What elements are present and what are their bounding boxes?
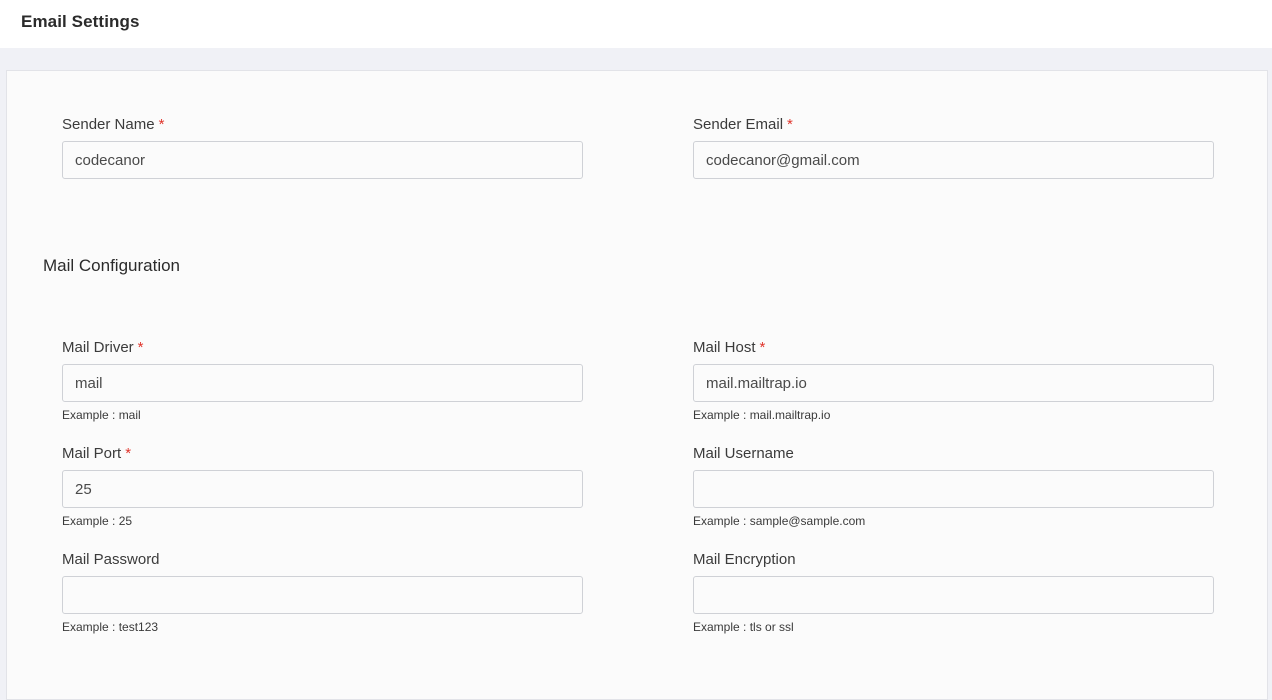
required-mark: *: [137, 339, 144, 356]
mail-driver-hint: Example : mail: [62, 408, 141, 422]
mail-encryption-input[interactable]: [693, 576, 1214, 614]
mail-encryption-label: Mail Encryption: [693, 551, 796, 568]
mail-encryption-field: Mail Encryption Example : tls or ssl: [693, 550, 1214, 634]
mail-port-label: Mail Port *: [62, 445, 132, 462]
mail-driver-label: Mail Driver *: [62, 339, 144, 356]
required-mark: *: [158, 116, 165, 133]
mail-configuration-heading: Mail Configuration: [43, 256, 181, 275]
required-mark: *: [787, 116, 793, 133]
mail-host-hint: Example : mail.mailtrap.io: [693, 408, 831, 422]
mail-username-hint: Example : sample@sample.com: [693, 514, 866, 528]
page-title: Email Settings: [21, 12, 140, 31]
mail-encryption-hint: Example : tls or ssl: [693, 620, 794, 634]
required-mark: *: [125, 445, 132, 462]
mail-password-field: Mail Password Example : test123: [62, 550, 583, 634]
settings-card: Sender Name* Sender Email* Mail Configur…: [6, 70, 1268, 700]
sender-email-input[interactable]: [693, 141, 1214, 179]
mail-host-input[interactable]: [693, 364, 1214, 402]
sender-name-field: Sender Name *: [62, 115, 583, 179]
mail-port-input[interactable]: [62, 470, 583, 508]
mail-username-input[interactable]: [693, 470, 1214, 508]
mail-host-field: Mail Host* Example : mail.mailtrap.io: [693, 338, 1214, 422]
top-bar: Email Settings: [0, 0, 1272, 48]
mail-username-field: Mail Username Example : sample@sample.co…: [693, 444, 1214, 528]
sender-name-label: Sender Name *: [62, 116, 165, 133]
mail-port-hint: Example : 25: [62, 514, 133, 528]
mail-password-label: Mail Password: [62, 551, 160, 568]
required-mark: *: [759, 339, 766, 356]
sender-email-field: Sender Email *: [693, 115, 1214, 179]
mail-username-label: Mail Username: [693, 445, 794, 462]
mail-password-hint: Example : test123: [62, 620, 159, 634]
mail-driver-input[interactable]: [62, 364, 583, 402]
mail-driver-field: Mail Driver* Example : mail: [62, 338, 583, 422]
mail-port-field: Mail Port* Example : 25: [62, 444, 583, 528]
mail-password-input[interactable]: [62, 576, 583, 614]
mail-host-label: Mail Host *: [693, 339, 766, 356]
sender-name-input[interactable]: [62, 141, 583, 179]
sender-email-label: Sender Email *: [693, 116, 793, 133]
